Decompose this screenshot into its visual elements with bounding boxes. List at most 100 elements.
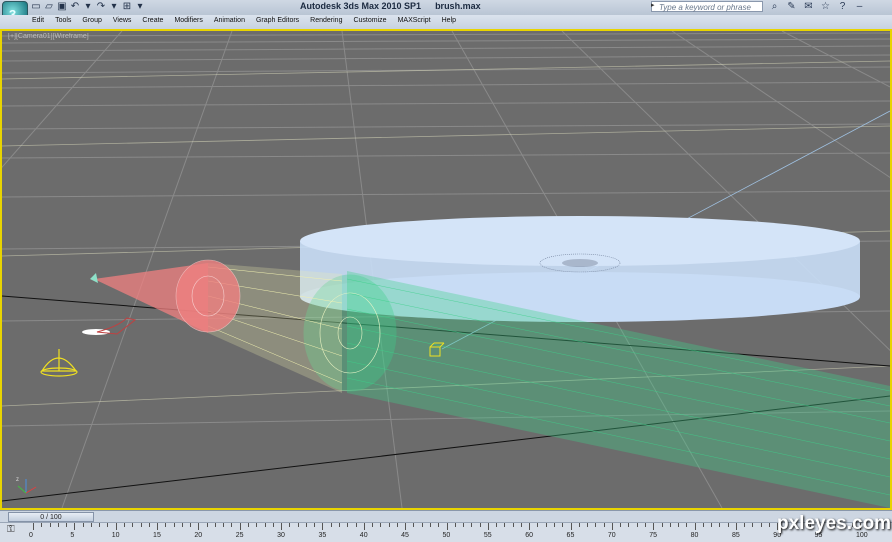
title-bar: ▭ ▱ ▣ ↶ ▾ ↷ ▾ ⊞ ▾ Autodesk 3ds Max 2010 SP1 brush… <box>0 0 892 16</box>
track-tick <box>281 523 283 530</box>
track-tick <box>231 523 233 527</box>
track-tick <box>661 523 663 527</box>
track-tick <box>322 523 324 530</box>
track-tick <box>239 523 241 530</box>
menu-group[interactable]: Group <box>82 17 101 24</box>
track-tick <box>223 523 225 527</box>
track-tick <box>82 523 84 527</box>
track-tick <box>735 523 737 530</box>
track-tick <box>347 523 349 527</box>
track-tick <box>33 523 34 530</box>
track-tick <box>760 523 762 527</box>
track-tick <box>471 523 473 527</box>
viewport-label[interactable]: [+][Camera01][Wireframe] <box>8 33 89 40</box>
track-tick-label: 75 <box>649 532 658 539</box>
pivot-marker <box>90 273 98 283</box>
track-tick <box>272 523 274 527</box>
viewport-scene[interactable]: z <box>2 31 890 508</box>
binoculars-icon[interactable]: ⌕ <box>768 1 781 13</box>
track-tick <box>678 523 680 527</box>
quick-access-dropdown-icon[interactable]: ▾ <box>134 1 146 13</box>
window-title: Autodesk 3ds Max 2010 SP1 brush.max <box>300 1 481 11</box>
menu-bar: Edit Tools Group Views Create Modifiers Animat… <box>0 15 892 30</box>
track-tick <box>694 523 696 530</box>
minimize-icon[interactable]: – <box>853 1 866 13</box>
track-tick <box>628 523 630 527</box>
track-tick <box>702 523 704 527</box>
communication-icon[interactable]: ✉ <box>802 1 815 13</box>
track-tick <box>719 523 721 527</box>
project-folder-icon[interactable]: ⊞ <box>121 1 133 13</box>
track-tick <box>744 523 746 527</box>
track-tick <box>545 523 547 527</box>
menu-views[interactable]: Views <box>113 17 132 24</box>
menu-help[interactable]: Help <box>442 17 456 24</box>
menu-edit[interactable]: Edit <box>32 17 44 24</box>
key-filter-icon[interactable]: ⚿ <box>7 524 19 536</box>
track-tick <box>157 523 159 530</box>
track-tick <box>289 523 291 527</box>
menu-customize[interactable]: Customize <box>353 17 386 24</box>
quick-access-toolbar: ▭ ▱ ▣ ↶ ▾ ↷ ▾ ⊞ ▾ <box>30 1 146 14</box>
track-tick-label: 70 <box>607 532 616 539</box>
track-tick <box>413 523 415 527</box>
menu-items: Edit Tools Group Views Create Modifiers Animat… <box>32 17 467 24</box>
track-tick-label: 65 <box>566 532 575 539</box>
info-center-toolbar: ⌕ ✎ ✉ ☆? – <box>768 1 866 13</box>
file-name: brush.max <box>435 1 481 11</box>
track-tick-label: 15 <box>153 532 161 539</box>
track-tick <box>305 523 307 527</box>
track-tick <box>487 523 489 530</box>
track-tick <box>520 523 522 527</box>
track-tick <box>405 523 407 530</box>
menu-create[interactable]: Create <box>142 17 163 24</box>
menu-maxscript[interactable]: MAXScript <box>398 17 431 24</box>
track-tick <box>388 523 390 527</box>
redo-icon[interactable]: ↷ <box>95 1 107 13</box>
favorites-star-icon[interactable]: ☆ <box>819 1 832 13</box>
redo-dropdown-icon[interactable]: ▾ <box>108 1 120 13</box>
track-tick-label: 80 <box>690 532 699 539</box>
track-tick <box>372 523 374 527</box>
camera-viewport[interactable]: z [+][Camera01][Wireframe] <box>0 29 892 510</box>
save-icon[interactable]: ▣ <box>56 1 68 13</box>
tools-icon[interactable]: ✎ <box>785 1 798 13</box>
track-tick <box>669 523 671 527</box>
track-tick <box>380 523 382 527</box>
track-tick <box>438 523 440 527</box>
menu-modifiers[interactable]: Modifiers <box>174 17 202 24</box>
track-tick-label: 5 <box>70 532 75 539</box>
track-tick <box>198 523 200 530</box>
new-file-icon[interactable]: ▭ <box>30 1 42 13</box>
menu-graph-editors[interactable]: Graph Editors <box>256 17 299 24</box>
time-slider[interactable]: 0 / 100 <box>8 512 94 522</box>
track-tick <box>90 523 92 527</box>
search-arrow-icon[interactable]: ▸ <box>651 1 655 9</box>
menu-animation[interactable]: Animation <box>214 17 245 24</box>
track-tick <box>148 523 150 527</box>
track-bar[interactable]: 0 5 10 15 20 25 30 35 40 45 50 55 60 65 70 75 80 85 90 95 10… <box>0 522 892 542</box>
menu-rendering[interactable]: Rendering <box>310 17 342 24</box>
track-tick <box>57 523 59 527</box>
help-icon[interactable]: ? <box>836 1 849 13</box>
undo-dropdown-icon[interactable]: ▾ <box>82 1 94 13</box>
track-tick <box>264 523 266 527</box>
search-input[interactable]: Type a keyword or phrase <box>651 1 763 12</box>
dome-light-icon[interactable] <box>40 349 78 377</box>
track-tick <box>49 523 51 527</box>
app-title: Autodesk 3ds Max 2010 SP1 <box>300 1 422 11</box>
menu-tools[interactable]: Tools <box>55 17 71 24</box>
pink-tip-cone[interactable] <box>94 259 241 333</box>
track-tick <box>214 523 216 527</box>
axis-tripod-icon: z <box>16 477 37 494</box>
track-tick <box>496 523 498 527</box>
track-tick <box>504 523 506 527</box>
track-tick <box>74 523 76 530</box>
track-tick <box>727 523 729 527</box>
track-tick-label: 25 <box>235 532 244 539</box>
track-tick <box>123 523 125 527</box>
track-tick <box>338 523 340 527</box>
open-file-icon[interactable]: ▱ <box>43 1 55 13</box>
track-tick <box>66 523 68 527</box>
undo-icon[interactable]: ↶ <box>69 1 81 13</box>
